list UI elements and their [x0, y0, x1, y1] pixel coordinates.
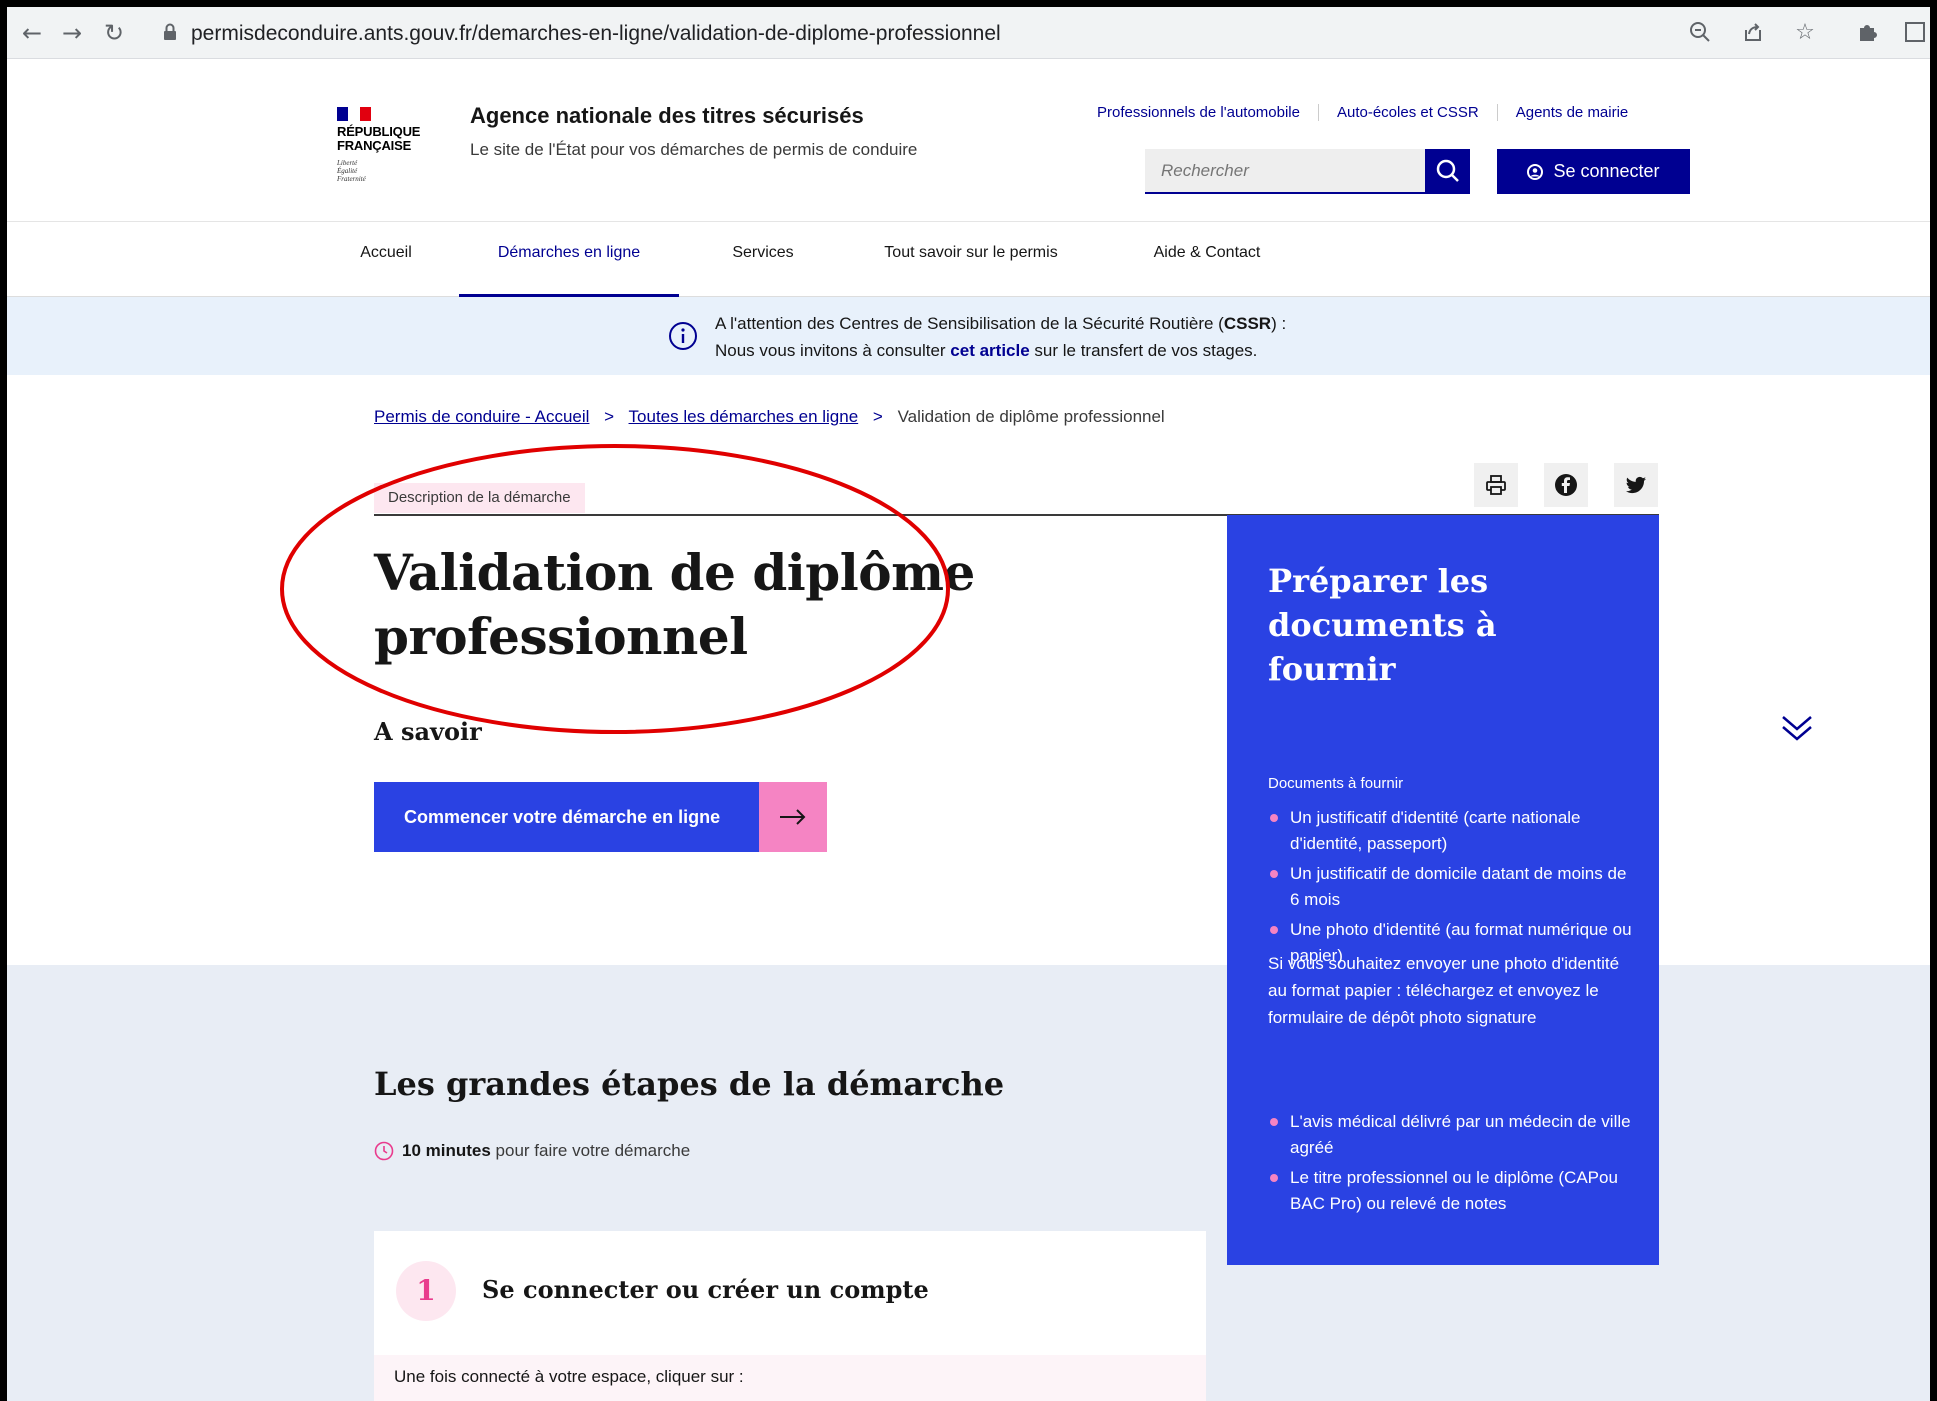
twitter-icon: [1626, 476, 1646, 494]
forward-icon[interactable]: →: [57, 18, 87, 48]
back-icon[interactable]: ←: [17, 18, 47, 48]
list-item: Le titre professionnel ou le diplôme (CA…: [1268, 1165, 1638, 1217]
nav-item-tout-savoir[interactable]: Tout savoir sur le permis: [867, 222, 1075, 297]
nav-item-accueil[interactable]: Accueil: [345, 222, 427, 297]
step-number: 1: [396, 1261, 456, 1321]
documents-list: Un justificatif d'identité (carte nation…: [1268, 805, 1638, 973]
nav-item-aide-contact[interactable]: Aide & Contact: [1137, 222, 1277, 297]
start-demarche-button[interactable]: Commencer votre démarche en ligne: [374, 782, 827, 852]
agency-name[interactable]: Agence nationale des titres sécurisés: [470, 103, 864, 129]
duration-info: 10 minutes pour faire votre démarche: [374, 1141, 690, 1161]
login-button[interactable]: Se connecter: [1497, 149, 1690, 194]
breadcrumb: Permis de conduire - Accueil > Toutes le…: [374, 407, 1165, 426]
top-link-auto-ecoles[interactable]: Auto-écoles et CSSR: [1317, 104, 1497, 121]
marianne-flag-icon: [337, 107, 371, 121]
browser-window: ← → ↻ permisdeconduire.ants.gouv.fr/dema…: [7, 7, 1930, 1401]
twitter-share-button[interactable]: [1614, 463, 1658, 507]
documents-subtitle: Documents à fournir: [1268, 775, 1404, 792]
clock-icon: [374, 1141, 394, 1161]
notice-article-link[interactable]: cet article: [950, 341, 1029, 360]
nav-item-demarches[interactable]: Démarches en ligne: [459, 222, 679, 297]
reload-icon[interactable]: ↻: [99, 18, 129, 48]
top-link-agents-mairie[interactable]: Agents de mairie: [1496, 104, 1647, 121]
red-annotation-ellipse: [280, 444, 950, 734]
bookmark-star-icon[interactable]: ☆: [1792, 20, 1818, 46]
url-text: permisdeconduire.ants.gouv.fr/demarches-…: [191, 22, 1001, 45]
list-item: Un justificatif de domicile datant de mo…: [1268, 861, 1638, 913]
documents-panel: Préparer les documents à fournir Documen…: [1227, 515, 1659, 1265]
breadcrumb-accueil[interactable]: Permis de conduire - Accueil: [374, 407, 589, 426]
search-icon: [1436, 159, 1459, 182]
web-page: RÉPUBLIQUE FRANÇAISE Liberté Égalité Fra…: [7, 59, 1930, 1401]
search-field: [1145, 149, 1425, 194]
login-label: Se connecter: [1553, 161, 1660, 181]
cssr-abbr: CSSR: [1223, 314, 1272, 333]
extensions-icon[interactable]: [1855, 20, 1881, 46]
print-icon: [1486, 475, 1506, 495]
info-icon: [669, 322, 697, 350]
logo-line2: FRANÇAISE: [337, 138, 412, 153]
top-link-professionnels[interactable]: Professionnels de l'automobile: [1097, 104, 1318, 121]
print-button[interactable]: [1474, 463, 1518, 507]
address-bar[interactable]: permisdeconduire.ants.gouv.fr/demarches-…: [147, 15, 1667, 51]
step-title: Se connecter ou créer un compte: [482, 1275, 929, 1304]
facebook-icon: [1555, 474, 1577, 496]
agency-tagline: Le site de l'État pour vos démarches de …: [470, 140, 918, 159]
info-notice-banner: A l'attention des Centres de Sensibilisa…: [7, 297, 1930, 375]
side-panel-icon[interactable]: [1902, 20, 1928, 46]
list-item: L'avis médical délivré par un médecin de…: [1268, 1109, 1638, 1161]
logo-motto: Liberté Égalité Fraternité: [337, 159, 366, 183]
top-links: Professionnels de l'automobile Auto-écol…: [1097, 104, 1646, 121]
step-card: 1 Se connecter ou créer un compte Une fo…: [374, 1231, 1206, 1401]
start-button-label: Commencer votre démarche en ligne: [374, 782, 759, 852]
double-chevron-down-icon[interactable]: [1777, 709, 1817, 749]
step-body-text: Une fois connecté à votre espace, clique…: [394, 1367, 744, 1386]
a-savoir-heading: A savoir: [374, 717, 482, 746]
facebook-share-button[interactable]: [1544, 463, 1588, 507]
documents-panel-title: Préparer les documents à fournir: [1268, 562, 1497, 688]
documents-list-extra: L'avis médical délivré par un médecin de…: [1268, 1109, 1638, 1221]
steps-title: Les grandes étapes de la démarche: [374, 1065, 1005, 1103]
main-navigation: Accueil Démarches en ligne Services Tout…: [7, 222, 1930, 297]
site-header: RÉPUBLIQUE FRANÇAISE Liberté Égalité Fra…: [7, 59, 1930, 222]
list-item: Un justificatif d'identité (carte nation…: [1268, 805, 1638, 857]
zoom-icon[interactable]: [1687, 20, 1713, 46]
account-icon: [1527, 163, 1544, 180]
search-input[interactable]: [1145, 149, 1425, 192]
photo-paper-note: Si vous souhaitez envoyer une photo d'id…: [1268, 954, 1620, 1027]
breadcrumb-current: Validation de diplôme professionnel: [897, 407, 1165, 426]
share-page-icon[interactable]: [1740, 20, 1766, 46]
logo-line1: RÉPUBLIQUE: [337, 124, 421, 139]
republique-francaise-logo[interactable]: RÉPUBLIQUE FRANÇAISE Liberté Égalité Fra…: [337, 107, 427, 183]
notice-text: A l'attention des Centres de Sensibilisa…: [715, 314, 1287, 360]
nav-item-services[interactable]: Services: [721, 222, 805, 297]
step-body: Une fois connecté à votre espace, clique…: [374, 1355, 1206, 1401]
lock-icon: [164, 23, 176, 40]
breadcrumb-demarches[interactable]: Toutes les démarches en ligne: [629, 407, 859, 426]
browser-toolbar: ← → ↻ permisdeconduire.ants.gouv.fr/dema…: [7, 7, 1930, 59]
search-button[interactable]: [1425, 149, 1470, 194]
arrow-right-icon: [759, 782, 827, 852]
